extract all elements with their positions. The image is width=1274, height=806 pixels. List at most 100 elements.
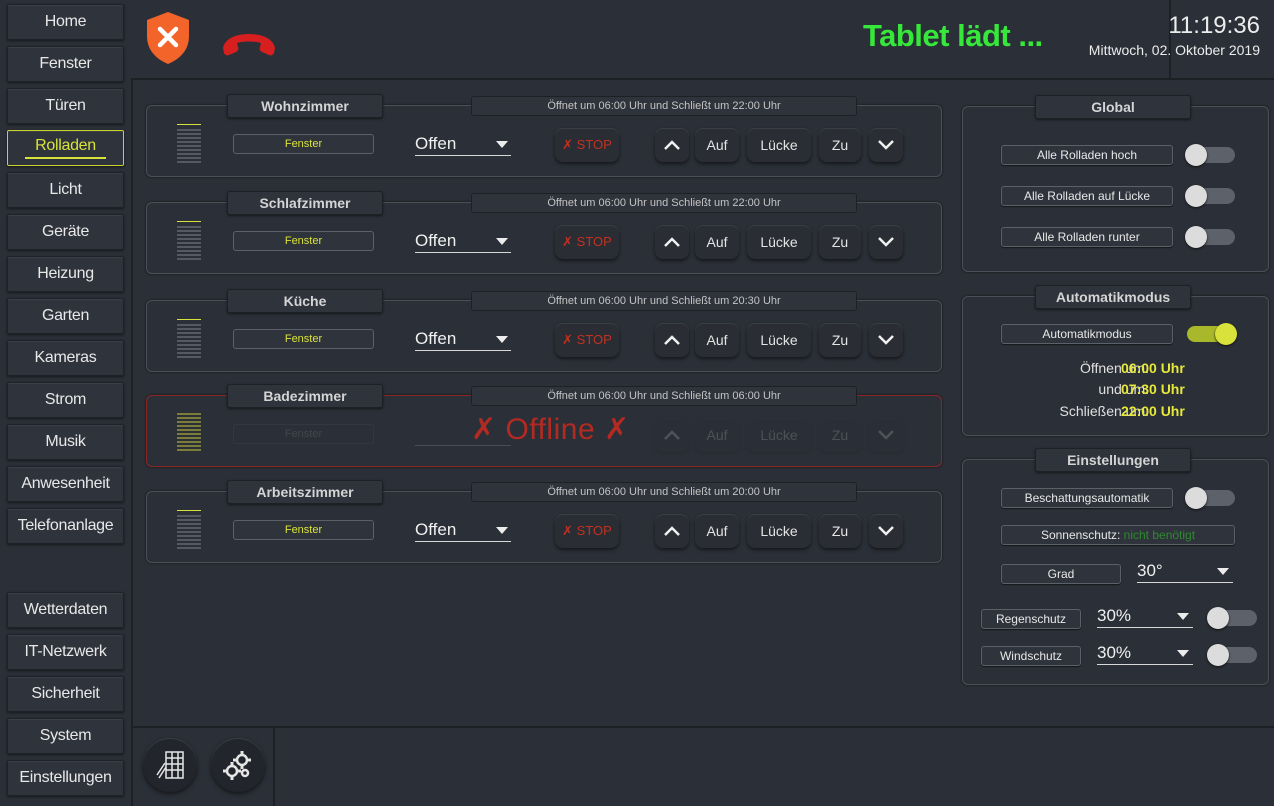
toggle-knob — [1185, 487, 1207, 509]
nav-home[interactable]: Home — [7, 4, 124, 40]
all-down-toggle[interactable] — [1185, 226, 1235, 248]
nav-kameras[interactable]: Kameras — [7, 340, 124, 376]
rain-protection-select[interactable]: 30% — [1097, 606, 1193, 628]
blind-position-icon — [177, 412, 201, 452]
blind-state-dropdown[interactable]: Offen — [415, 329, 511, 351]
footer — [131, 726, 1274, 806]
open-button[interactable]: Auf — [695, 128, 739, 162]
all-up-toggle[interactable] — [1185, 144, 1235, 166]
global-panel: Global Alle Rolladen hoch Alle Rolladen … — [962, 95, 1269, 272]
gap-button: Lücke — [747, 418, 811, 452]
chevron-down-icon — [1177, 613, 1189, 620]
room-schedule: Öffnet um 06:00 Uhr und Schließt um 20:0… — [471, 482, 857, 502]
blind-position-icon — [177, 318, 201, 359]
open-time-value[interactable]: 06:00 Uhr — [1121, 360, 1185, 376]
nav-garten[interactable]: Garten — [7, 298, 124, 334]
chevron-down-icon — [1177, 650, 1189, 657]
blind-state-dropdown[interactable]: Offen — [415, 520, 511, 542]
gap-button[interactable]: Lücke — [747, 225, 811, 259]
nav-musik[interactable]: Musik — [7, 424, 124, 460]
window-status-label: Fenster — [233, 231, 374, 251]
nav-geraete[interactable]: Geräte — [7, 214, 124, 250]
degree-label: Grad — [1001, 564, 1121, 584]
nav-tueren[interactable]: Türen — [7, 88, 124, 124]
gap-button[interactable]: Lücke — [747, 128, 811, 162]
footer-divider — [273, 728, 275, 806]
up-arrow-button[interactable] — [655, 128, 689, 162]
room-panel-badezimmer: Badezimmer Öffnet um 06:00 Uhr und Schli… — [146, 384, 942, 467]
room-panel-schlafzimmer: Schlafzimmer Öffnet um 06:00 Uhr und Sch… — [146, 191, 942, 274]
security-alert-shield-icon[interactable] — [145, 10, 191, 71]
gears-icon — [223, 751, 251, 780]
chevron-up-icon — [664, 237, 680, 247]
nav-strom[interactable]: Strom — [7, 382, 124, 418]
gap-button[interactable]: Lücke — [747, 323, 811, 357]
shade-automatic-toggle[interactable] — [1185, 487, 1235, 509]
wind-protection-toggle[interactable] — [1207, 644, 1257, 666]
offline-status: ✗ Offline ✗ — [471, 413, 630, 446]
up-arrow-button[interactable] — [655, 225, 689, 259]
down-arrow-button[interactable] — [869, 323, 903, 357]
rain-protection-toggle[interactable] — [1207, 607, 1257, 629]
nav-wetterdaten[interactable]: Wetterdaten — [7, 592, 124, 628]
close-button[interactable]: Zu — [819, 323, 861, 357]
blind-state-dropdown[interactable]: Offen — [415, 231, 511, 253]
close-button[interactable]: Zu — [819, 128, 861, 162]
nav-telefonanlage[interactable]: Telefonanlage — [7, 508, 124, 544]
calculator-button[interactable] — [143, 738, 197, 792]
stop-button[interactable]: ✗ STOP — [555, 514, 619, 548]
date: Mittwoch, 02. Oktober 2019 — [1088, 42, 1260, 58]
nav-anwesenheit[interactable]: Anwesenheit — [7, 466, 124, 502]
nav-einstellungen[interactable]: Einstellungen — [7, 760, 124, 796]
nav-it-netzwerk[interactable]: IT-Netzwerk — [7, 634, 124, 670]
toggle-knob — [1185, 144, 1207, 166]
open-button[interactable]: Auf — [695, 514, 739, 548]
room-title: Wohnzimmer — [227, 94, 383, 118]
degree-select[interactable]: 30° — [1137, 561, 1233, 583]
automatik-toggle[interactable] — [1187, 323, 1237, 345]
room-title: Arbeitszimmer — [227, 480, 383, 504]
chevron-down-icon — [1217, 568, 1229, 575]
nav-sicherheit[interactable]: Sicherheit — [7, 676, 124, 712]
chevron-down-icon — [878, 237, 894, 247]
stop-button[interactable]: ✗ STOP — [555, 128, 619, 162]
close-button[interactable]: Zu — [819, 514, 861, 548]
blind-state-dropdown[interactable]: Offen — [415, 134, 511, 156]
hangup-phone-icon[interactable] — [219, 30, 279, 65]
window-status-label: Fenster — [233, 520, 374, 540]
room-schedule: Öffnet um 06:00 Uhr und Schließt um 20:3… — [471, 291, 857, 311]
up-arrow-button — [655, 418, 689, 452]
up-arrow-button[interactable] — [655, 323, 689, 357]
nav-licht[interactable]: Licht — [7, 172, 124, 208]
up-arrow-button[interactable] — [655, 514, 689, 548]
room-title: Schlafzimmer — [227, 191, 383, 215]
sun-protection-status: Sonnenschutz: nicht benötigt — [1001, 525, 1235, 545]
gap-button[interactable]: Lücke — [747, 514, 811, 548]
nav-rolladen[interactable]: Rolladen — [7, 130, 124, 166]
room-panel-wohnzimmer: Wohnzimmer Öffnet um 06:00 Uhr und Schli… — [146, 94, 942, 177]
nav-heizung[interactable]: Heizung — [7, 256, 124, 292]
chevron-down-icon — [496, 141, 508, 148]
automatik-label: Automatikmodus — [1001, 324, 1173, 344]
second-time-value[interactable]: 07:30 Uhr — [1121, 381, 1185, 397]
loading-status: Tablet lädt ... — [863, 18, 1043, 53]
wind-protection-select[interactable]: 30% — [1097, 643, 1193, 665]
stop-button[interactable]: ✗ STOP — [555, 323, 619, 357]
down-arrow-button[interactable] — [869, 514, 903, 548]
chevron-up-icon — [664, 335, 680, 345]
open-button[interactable]: Auf — [695, 225, 739, 259]
down-arrow-button — [869, 418, 903, 452]
all-gap-toggle[interactable] — [1185, 185, 1235, 207]
all-up-label: Alle Rolladen hoch — [1001, 145, 1173, 165]
close-time-value[interactable]: 22:00 Uhr — [1121, 403, 1185, 419]
open-button[interactable]: Auf — [695, 323, 739, 357]
nav-system[interactable]: System — [7, 718, 124, 754]
close-button[interactable]: Zu — [819, 225, 861, 259]
settings-gears-button[interactable] — [211, 738, 265, 792]
chevron-down-icon — [878, 140, 894, 150]
down-arrow-button[interactable] — [869, 225, 903, 259]
automatik-panel: Automatikmodus Automatikmodus Öffnen um:… — [962, 285, 1269, 436]
stop-button[interactable]: ✗ STOP — [555, 225, 619, 259]
nav-fenster[interactable]: Fenster — [7, 46, 124, 82]
down-arrow-button[interactable] — [869, 128, 903, 162]
